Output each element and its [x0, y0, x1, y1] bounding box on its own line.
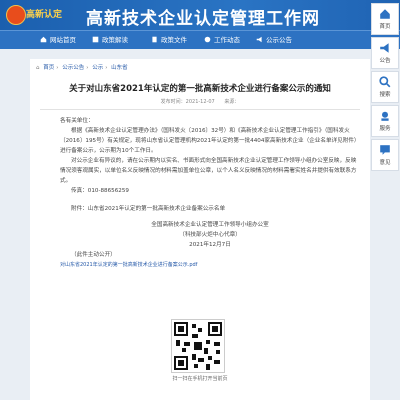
- article-meta: 发布时间：2021-12-07 来源：: [30, 98, 370, 105]
- nav-label: 公示公告: [266, 36, 292, 44]
- logo-text: 高新认定: [26, 10, 63, 20]
- sidebar-item-search[interactable]: 搜索: [371, 71, 399, 103]
- sidebar-item-notice[interactable]: 公告: [371, 37, 399, 69]
- breadcrumb: ⌂ 首页 › 公示公告 › 公示 › 山东省: [36, 65, 128, 71]
- home-icon: [40, 36, 47, 43]
- salutation: 各有关单位：: [60, 118, 94, 124]
- qr-caption: 扫一扫在手机打开当前页: [172, 376, 228, 382]
- nav-label: 网站首页: [50, 36, 76, 44]
- signing-date: 2021年12月7日: [189, 242, 231, 248]
- divider: [40, 109, 360, 110]
- nav-item-policy-docs[interactable]: 政策文件: [151, 31, 187, 49]
- signing-org-seal: （科技部火炬中心代章）: [179, 232, 241, 238]
- sidebar-label: 公告: [379, 58, 391, 64]
- news-icon: [92, 36, 99, 43]
- notice-icon: [256, 36, 262, 43]
- sidebar-item-home[interactable]: 首页: [371, 3, 399, 35]
- public-note: （此件主动公开）: [71, 252, 116, 258]
- site-header: 高新认定 高新技术企业认定管理工作网: [0, 0, 400, 30]
- location-icon: ⌂: [36, 65, 40, 71]
- sidebar-label: 搜索: [379, 92, 391, 98]
- home-icon: [380, 9, 390, 19]
- nav-label: 政策解读: [102, 36, 128, 44]
- main-nav: 网站首页 政策解读 政策文件 工作动态 公示公告: [0, 30, 400, 49]
- signing-org: 全国高新技术企业认定管理工作领导小组办公室: [151, 222, 269, 228]
- breadcrumb-item[interactable]: 公示: [92, 65, 103, 71]
- paragraph: 对公示企业有异议的，请在公示期内以实名、书面形式向全国高新技术企业认定管理工作领…: [60, 158, 357, 184]
- sidebar-label: 首页: [379, 24, 391, 30]
- nav-label: 工作动态: [214, 36, 240, 44]
- nav-label: 政策文件: [161, 36, 187, 44]
- article-body: 各有关单位： 根据《高新技术企业认定管理办法》（国科发火〔2016〕32号）和《…: [60, 116, 360, 270]
- paragraph: 根据《高新技术企业认定管理办法》（国科发火〔2016〕32号）和《高新技术企业认…: [60, 128, 360, 154]
- publish-date: 发布时间：2021-12-07: [160, 99, 215, 105]
- floating-sidebar: 首页 公告 搜索 服务 意见: [371, 3, 399, 173]
- nav-item-notices[interactable]: 公示公告: [256, 31, 292, 49]
- article-panel: ⌂ 首页 › 公示公告 › 公示 › 山东省 关于对山东省2021年认定的第一批高新技…: [30, 59, 370, 400]
- sidebar-item-service[interactable]: 服务: [371, 105, 399, 137]
- search-icon: [379, 76, 391, 88]
- service-icon: [381, 111, 389, 121]
- sidebar-label: 意见: [379, 160, 391, 166]
- nav-item-policy-reading[interactable]: 政策解读: [92, 31, 128, 49]
- sidebar-item-feedback[interactable]: 意见: [371, 139, 399, 171]
- breadcrumb-item[interactable]: 公示公告: [62, 65, 84, 71]
- attachment-link[interactable]: 对山东省2021年认定的第一批高新技术企业进行备案公示.pdf: [60, 260, 360, 270]
- notice-icon: [380, 43, 389, 53]
- breadcrumb-item[interactable]: 山东省: [111, 65, 128, 71]
- site-title: 高新技术企业认定管理工作网: [86, 9, 320, 29]
- work-icon: [204, 36, 211, 43]
- article-source: 来源：: [224, 99, 240, 105]
- attachment-line: 附件：山东省2021年认定的第一批高新技术企业备案公示名单: [71, 206, 226, 212]
- nav-item-home[interactable]: 网站首页: [40, 31, 76, 49]
- logo-icon[interactable]: [6, 5, 26, 25]
- nav-item-work-news[interactable]: 工作动态: [204, 31, 240, 49]
- fax-number: 传真：010-88656259: [71, 188, 129, 194]
- sidebar-label: 服务: [379, 126, 391, 132]
- breadcrumb-item[interactable]: 首页: [43, 65, 54, 71]
- qr-code: [171, 319, 225, 373]
- feedback-icon: [380, 145, 390, 155]
- article-title: 关于对山东省2021年认定的第一批高新技术企业进行备案公示的通知: [69, 84, 331, 94]
- doc-icon: [152, 36, 157, 43]
